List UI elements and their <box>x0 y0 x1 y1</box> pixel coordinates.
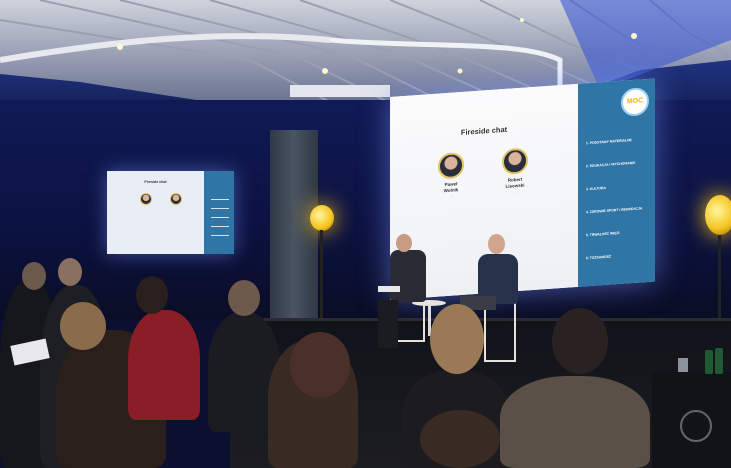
speaker-left-torso <box>390 250 426 302</box>
main-screen-title: Fireside chat <box>460 124 508 138</box>
lamp-pole <box>320 230 323 320</box>
floor-lamp-right <box>705 195 731 235</box>
event-logo: MOC <box>621 86 649 117</box>
agenda-list: 1. PODSTAWY MATERIALNE 2. EDUKACJA I WYC… <box>586 137 652 280</box>
audience-head <box>136 276 168 314</box>
notes <box>378 286 400 292</box>
audience-head <box>228 280 260 316</box>
speaker-photo <box>438 151 464 180</box>
concrete-column <box>270 130 318 320</box>
conference-scene: Fireside chat Fireside chat Paweł Wolnik… <box>0 0 731 468</box>
audience-head <box>22 262 46 290</box>
stage-edge <box>230 318 731 321</box>
floor-lamp-left <box>310 205 334 231</box>
bottle <box>705 350 713 374</box>
audience-head <box>430 304 484 374</box>
chair <box>395 298 425 342</box>
speaker-left-head <box>396 234 412 252</box>
audience-head <box>552 308 608 374</box>
side-speaker-photo <box>140 193 152 205</box>
side-screen: Fireside chat <box>107 171 234 254</box>
audience-head <box>290 332 350 398</box>
audience-member <box>128 310 200 420</box>
side-screen-title: Fireside chat <box>144 180 167 184</box>
main-screen: Fireside chat Paweł Wolnik ... Robert Li… <box>390 78 655 301</box>
speaker-right-head <box>488 234 505 254</box>
agenda-item: 6. TOŻSAMOŚĆ <box>586 254 612 261</box>
speaker-card: Paweł Wolnik ... <box>424 151 478 200</box>
agenda-item: 4. ZDROWIE SPORT I REKREACJA <box>586 206 643 215</box>
bottle <box>715 348 723 374</box>
agenda-panel: MOC 1. PODSTAWY MATERIALNE 2. EDUKACJA I… <box>578 78 655 287</box>
speaker-left-legs <box>378 300 398 348</box>
lamp-pole <box>718 235 721 320</box>
speaker-photo <box>502 147 528 176</box>
audience-member <box>500 376 650 468</box>
side-speaker-photo <box>170 193 182 205</box>
audience-head <box>60 302 106 350</box>
side-screen-panel <box>204 171 234 254</box>
agenda-item: 5. TRWAŁOŚĆ WIĘZI <box>586 230 620 238</box>
speaker-card: Robert Lisowski ... <box>488 146 542 195</box>
agenda-item: 3. KULTURA <box>586 185 606 192</box>
audience-head <box>58 258 82 286</box>
audience-head <box>420 410 500 468</box>
logo-word: MOC <box>626 97 644 106</box>
glass <box>678 358 688 372</box>
watermark-logo <box>680 410 712 442</box>
agenda-item: 1. PODSTAWY MATERIALNE <box>586 138 632 146</box>
agenda-item: 2. EDUKACJA I WYCHOWANIE <box>586 160 636 169</box>
